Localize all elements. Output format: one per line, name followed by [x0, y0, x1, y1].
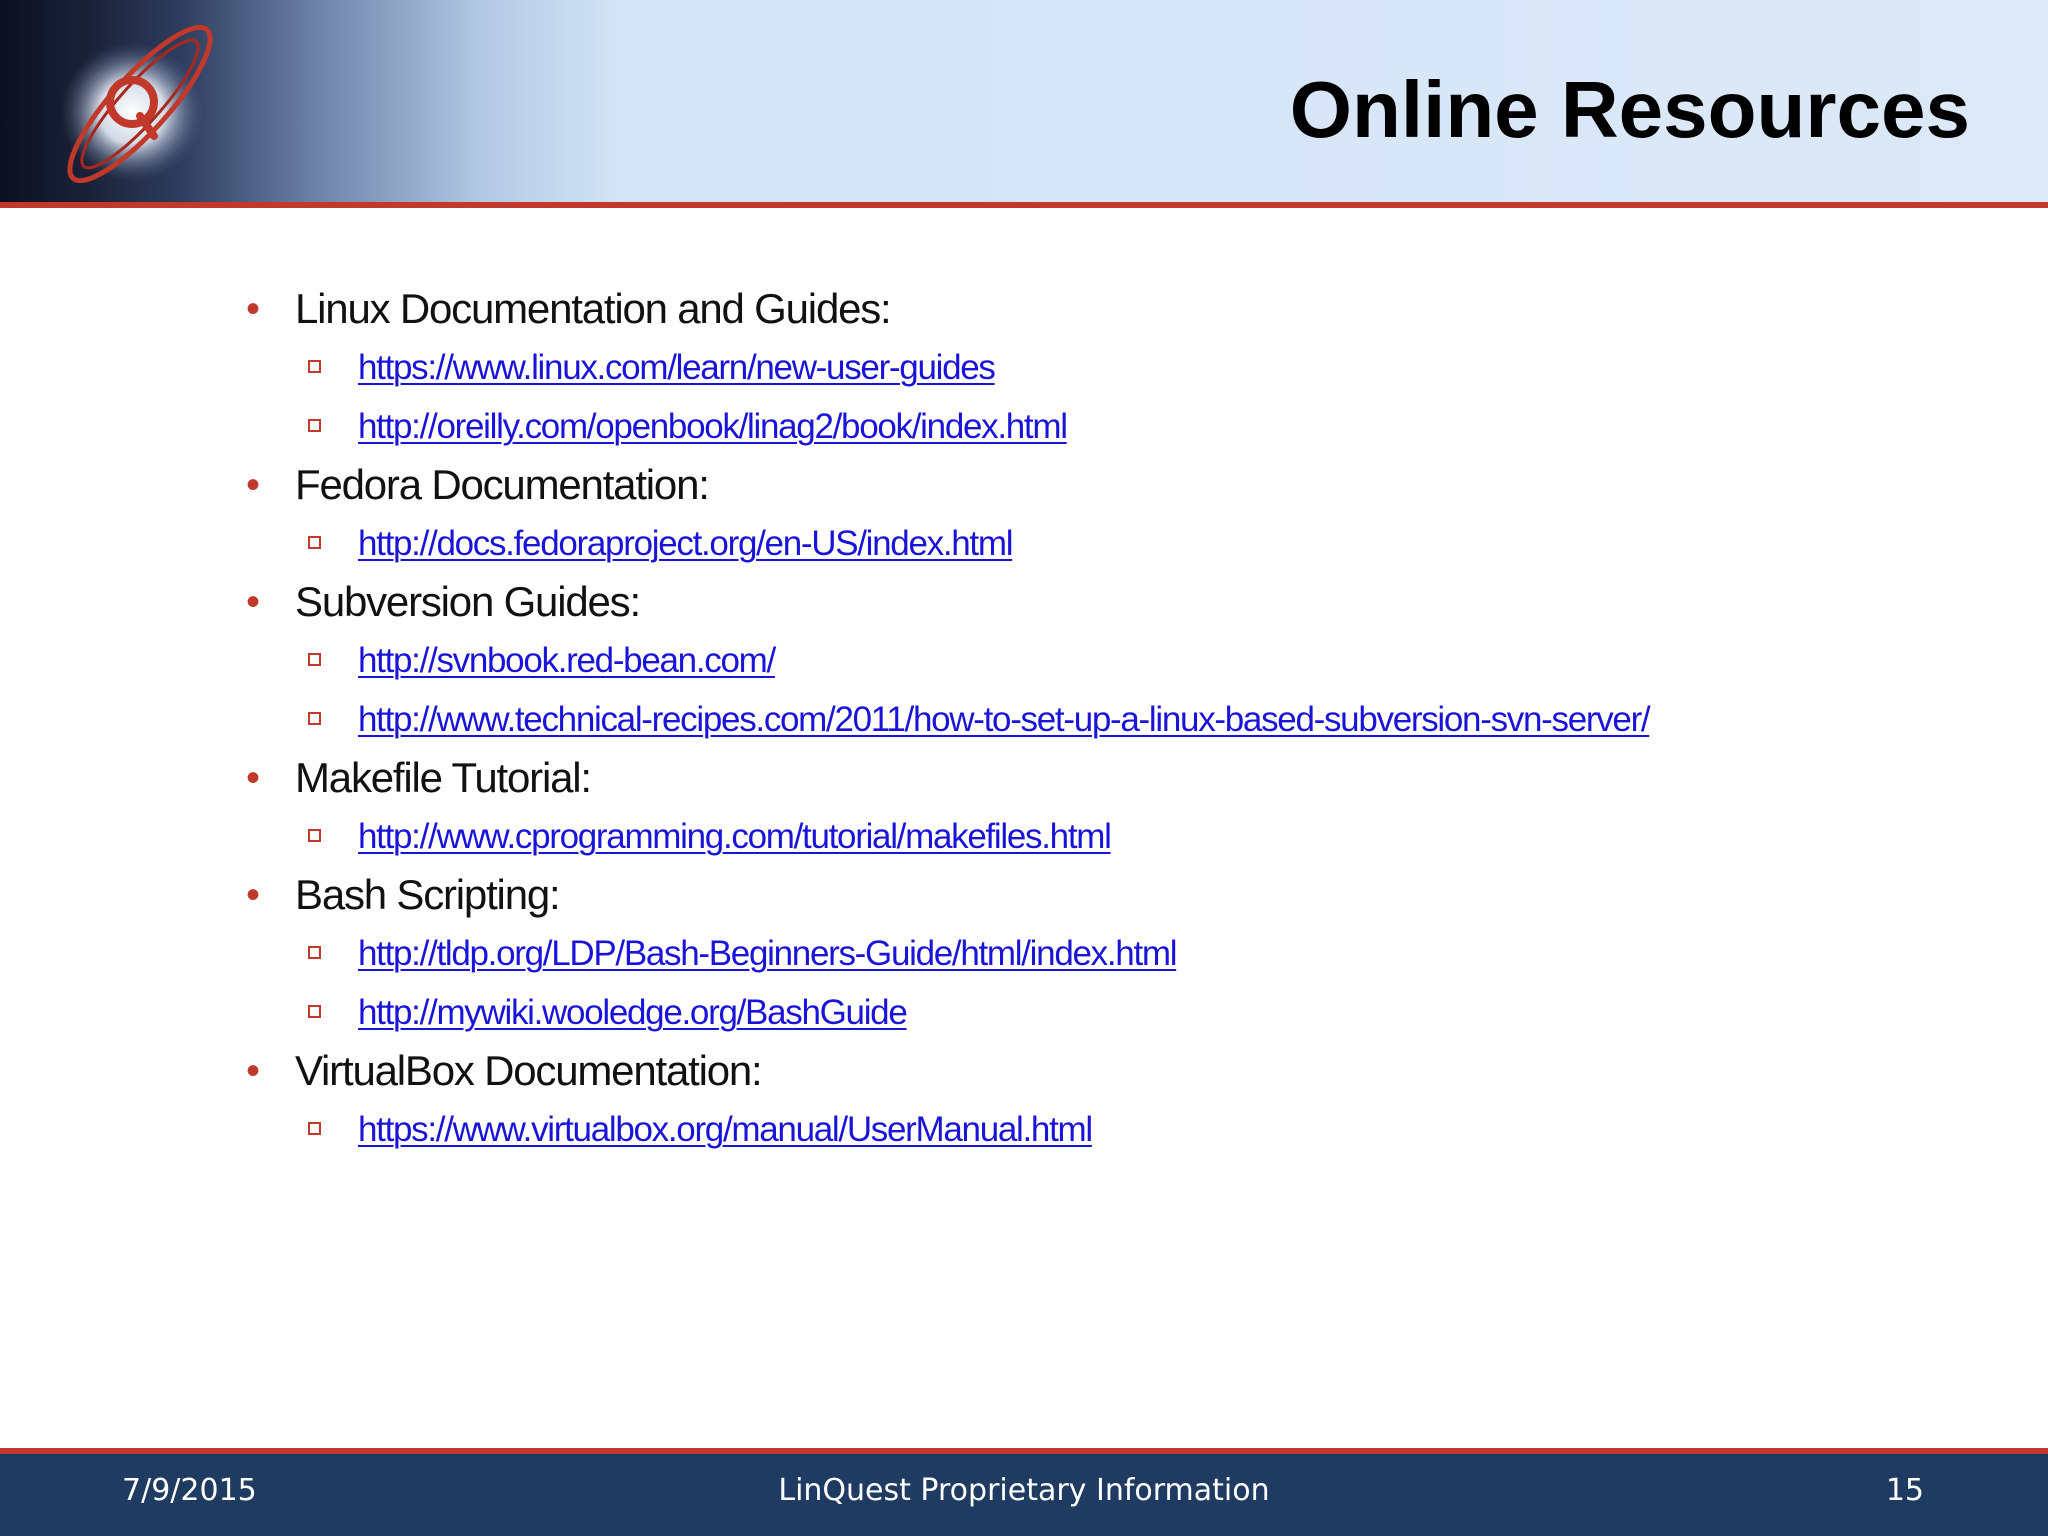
link-item: http://docs.fedoraproject.org/en-US/inde…	[240, 514, 2000, 573]
round-bullet-icon: •	[246, 873, 261, 917]
hollow-square-bullet-icon	[308, 712, 321, 725]
resource-link[interactable]: http://tldp.org/LDP/Bash-Beginners-Guide…	[358, 934, 1178, 973]
section-heading: Makefile Tutorial:	[295, 754, 592, 801]
link-item: http://svnbook.red-bean.com/	[240, 631, 2000, 690]
list-item: • Subversion Guides:	[240, 573, 2000, 631]
link-item: https://www.linux.com/learn/new-user-gui…	[240, 338, 2000, 397]
resource-link[interactable]: https://www.linux.com/learn/new-user-gui…	[358, 348, 996, 387]
list-item: • Makefile Tutorial:	[240, 749, 2000, 807]
hollow-square-bullet-icon	[308, 1122, 321, 1135]
link-item: http://oreilly.com/openbook/linag2/book/…	[240, 397, 2000, 456]
hollow-square-bullet-icon	[308, 536, 321, 549]
hollow-square-bullet-icon	[308, 946, 321, 959]
list-item: • VirtualBox Documentation:	[240, 1042, 2000, 1100]
resource-link[interactable]: http://www.cprogramming.com/tutorial/mak…	[358, 817, 1112, 856]
round-bullet-icon: •	[246, 580, 261, 624]
hollow-square-bullet-icon	[308, 653, 321, 666]
resource-list: • Linux Documentation and Guides: https:…	[240, 280, 2000, 1159]
header-band: Online Resources	[0, 0, 2048, 202]
round-bullet-icon: •	[246, 1049, 261, 1093]
header-divider	[0, 202, 2048, 208]
hollow-square-bullet-icon	[308, 1005, 321, 1018]
link-item: http://www.cprogramming.com/tutorial/mak…	[240, 807, 2000, 866]
resource-link[interactable]: http://svnbook.red-bean.com/	[358, 641, 776, 680]
round-bullet-icon: •	[246, 756, 261, 800]
slide: Online Resources • Linux Documentation a…	[0, 0, 2048, 1536]
hollow-square-bullet-icon	[308, 419, 321, 432]
linquest-q-logo-icon	[60, 24, 213, 184]
footer-notice: LinQuest Proprietary Information	[778, 1473, 1270, 1508]
resource-link[interactable]: http://oreilly.com/openbook/linag2/book/…	[358, 407, 1068, 446]
link-item: http://www.technical-recipes.com/2011/ho…	[240, 690, 2000, 749]
round-bullet-icon: •	[246, 287, 261, 331]
page-number: 15	[1885, 1473, 1924, 1508]
resource-link[interactable]: http://docs.fedoraproject.org/en-US/inde…	[358, 524, 1013, 563]
link-item: http://tldp.org/LDP/Bash-Beginners-Guide…	[240, 924, 2000, 983]
section-heading: Linux Documentation and Guides:	[295, 285, 892, 332]
list-item: • Bash Scripting:	[240, 866, 2000, 924]
resource-link[interactable]: https://www.virtualbox.org/manual/UserMa…	[358, 1110, 1093, 1149]
list-item: • Fedora Documentation:	[240, 456, 2000, 514]
link-item: http://mywiki.wooledge.org/BashGuide	[240, 983, 2000, 1042]
section-heading: Bash Scripting:	[295, 871, 561, 918]
hollow-square-bullet-icon	[308, 829, 321, 842]
section-heading: Fedora Documentation:	[295, 461, 710, 508]
footer-bar: 7/9/2015 LinQuest Proprietary Informatio…	[0, 1454, 2048, 1536]
section-heading: Subversion Guides:	[295, 578, 641, 625]
round-bullet-icon: •	[246, 463, 261, 507]
resource-link[interactable]: http://mywiki.wooledge.org/BashGuide	[358, 993, 908, 1032]
section-heading: VirtualBox Documentation:	[295, 1047, 763, 1094]
hollow-square-bullet-icon	[308, 360, 321, 373]
slide-title: Online Resources	[1289, 65, 1970, 154]
resource-link[interactable]: http://www.technical-recipes.com/2011/ho…	[358, 700, 1651, 739]
list-item: • Linux Documentation and Guides:	[240, 280, 2000, 338]
link-item: https://www.virtualbox.org/manual/UserMa…	[240, 1100, 2000, 1159]
